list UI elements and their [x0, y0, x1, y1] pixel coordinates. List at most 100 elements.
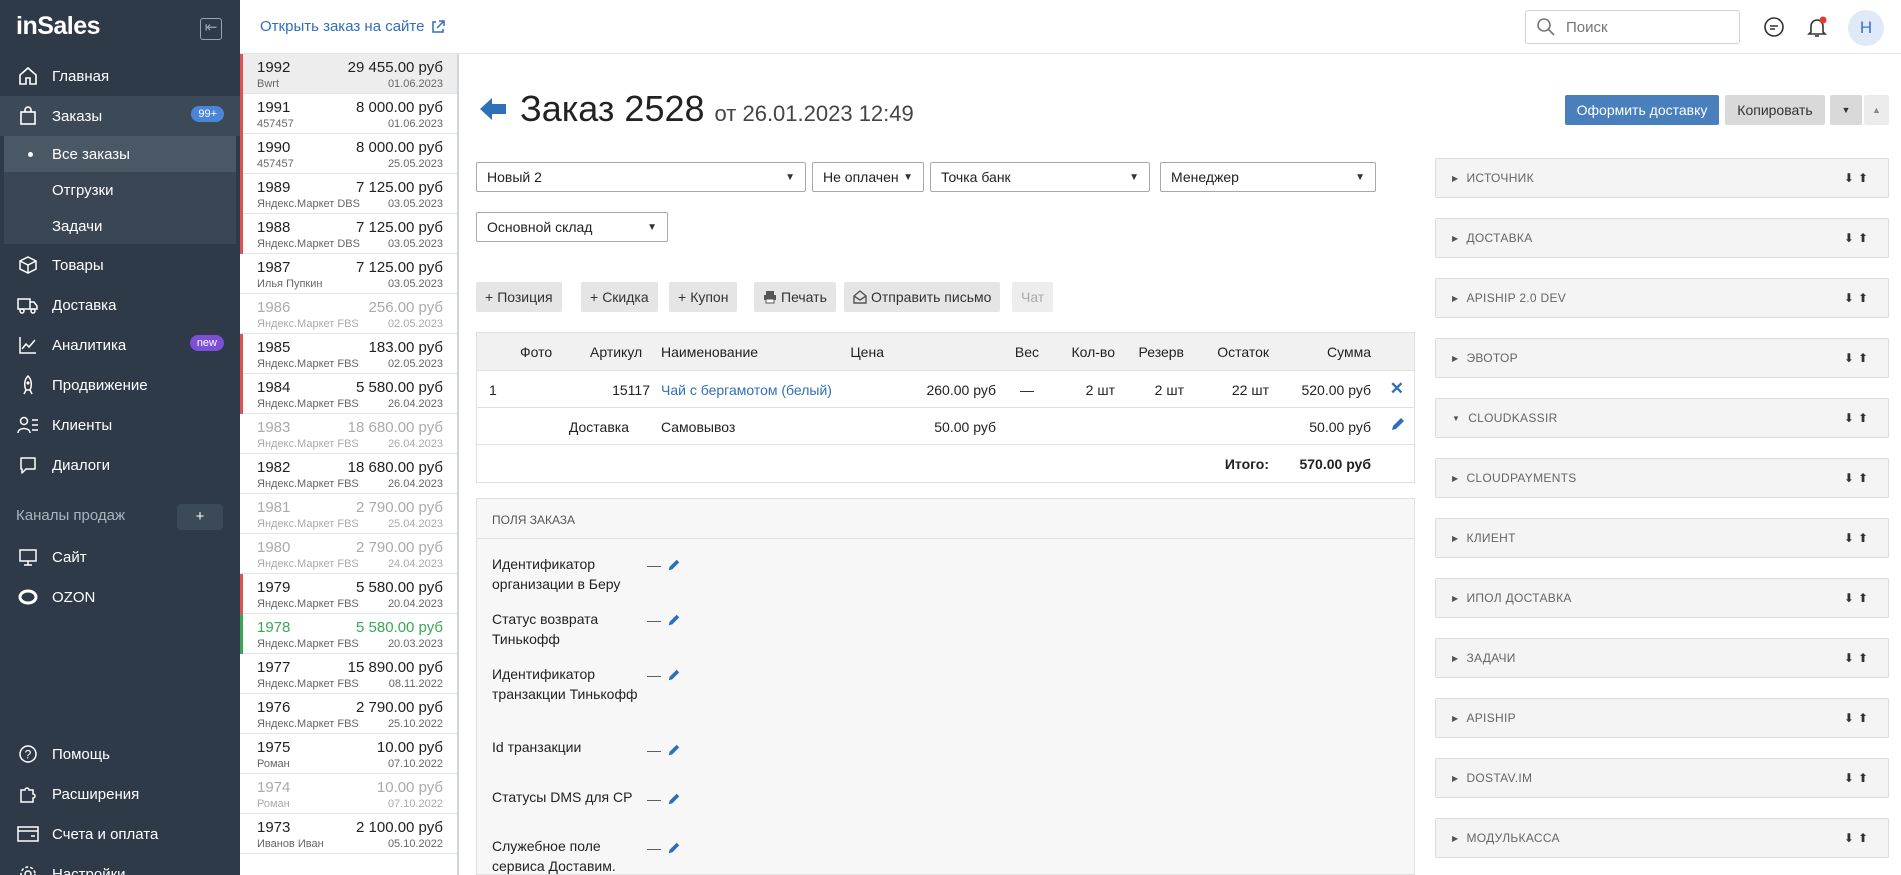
nav-item-help[interactable]: ? Помощь — [0, 734, 240, 774]
product-link[interactable]: Чай с бергамотом (белый) — [661, 382, 832, 398]
pencil-icon[interactable] — [667, 841, 681, 855]
order-list-item[interactable]: 1990 8 000.00 руб 457457 25.05.2023 — [240, 134, 457, 174]
copy-button[interactable]: Копировать — [1725, 95, 1825, 125]
order-list-item[interactable]: 1989 7 125.00 руб Яндекс.Маркет DBS 03.05.2… — [240, 174, 457, 214]
nav-item-orders[interactable]: Заказы 99+ — [0, 96, 240, 136]
payment-method-select[interactable]: Точка банк ▼ — [930, 162, 1150, 192]
panel-header[interactable]: ▶ ИПОЛ ДОСТАВКА ⬇⬆ — [1435, 578, 1889, 618]
panel-header[interactable]: ▶ APISHIP ⬇⬆ — [1435, 698, 1889, 738]
add-coupon-button[interactable]: + Купон — [669, 282, 738, 312]
avatar[interactable]: Н — [1848, 10, 1884, 46]
nav-item-products[interactable]: Товары — [0, 245, 240, 285]
order-status-select[interactable]: Новый 2 ▼ — [476, 162, 806, 192]
collapse-sidebar-icon[interactable]: ⇤ — [200, 18, 222, 40]
reorder-arrows-icon[interactable]: ⬇⬆ — [1844, 591, 1872, 605]
reorder-arrows-icon[interactable]: ⬇⬆ — [1844, 471, 1872, 485]
panel-header[interactable]: ▶ APISHIP 2.0 DEV ⬇⬆ — [1435, 278, 1889, 318]
reorder-arrows-icon[interactable]: ⬇⬆ — [1844, 351, 1872, 365]
payment-status-select[interactable]: Не оплачен ▼ — [812, 162, 924, 192]
order-list-item[interactable]: 1981 2 790.00 руб Яндекс.Маркет FBS 25.04.2… — [240, 494, 457, 534]
pencil-icon[interactable] — [667, 668, 681, 682]
order-list-item[interactable]: 1987 7 125.00 руб Илья Пупкин 03.05.2023 — [240, 254, 457, 294]
sidebar-item-shipments[interactable]: Отгрузки — [4, 172, 236, 208]
reorder-arrows-icon[interactable]: ⬇⬆ — [1844, 411, 1872, 425]
notifications-bell-icon[interactable] — [1805, 15, 1829, 39]
nav-item-clients[interactable]: Клиенты — [0, 405, 240, 445]
reorder-arrows-icon[interactable]: ⬇⬆ — [1844, 291, 1872, 305]
panel-header[interactable]: ▶ ИСТОЧНИК ⬇⬆ — [1435, 158, 1889, 198]
add-discount-button[interactable]: + Скидка — [581, 282, 658, 312]
row-qty[interactable]: 2 шт — [1086, 382, 1115, 398]
select-value: Основной склад — [487, 219, 593, 235]
reorder-arrows-icon[interactable]: ⬇⬆ — [1844, 651, 1872, 665]
order-list-item[interactable]: 1973 2 100.00 руб Иванов Иван 05.10.2022 — [240, 814, 457, 854]
panel-header[interactable]: ▼ CLOUDKASSIR ⬇⬆ — [1435, 398, 1889, 438]
pencil-icon[interactable] — [667, 743, 681, 757]
add-position-button[interactable]: + Позиция — [476, 282, 562, 312]
create-delivery-button[interactable]: Оформить доставку — [1565, 95, 1719, 125]
pencil-icon[interactable] — [667, 792, 681, 806]
open-order-on-site-link[interactable]: Открыть заказ на сайте — [260, 18, 446, 35]
order-list-item[interactable]: 1988 7 125.00 руб Яндекс.Маркет DBS 03.05.2… — [240, 214, 457, 254]
search-input[interactable] — [1566, 18, 1726, 36]
panel-header[interactable]: ▶ CLOUDPAYMENTS ⬇⬆ — [1435, 458, 1889, 498]
remove-item-icon[interactable]: ✕ — [1390, 379, 1404, 399]
reorder-arrows-icon[interactable]: ⬇⬆ — [1844, 231, 1872, 245]
order-number: 1992 — [257, 59, 291, 76]
print-button[interactable]: Печать — [754, 282, 836, 312]
sidebar-item-tasks[interactable]: Задачи — [4, 208, 236, 244]
reorder-arrows-icon[interactable]: ⬇⬆ — [1844, 171, 1872, 185]
nav-item-promotion[interactable]: Продвижение — [0, 365, 240, 405]
nav-item-site[interactable]: Сайт — [0, 537, 240, 577]
chat-button[interactable]: Чат — [1012, 282, 1054, 312]
reorder-arrows-icon[interactable]: ⬇⬆ — [1844, 531, 1872, 545]
logo[interactable]: inSales — [16, 12, 101, 41]
order-list-item[interactable]: 1983 18 680.00 руб Яндекс.Маркет FBS 26.04.… — [240, 414, 457, 454]
reorder-arrows-icon[interactable]: ⬇⬆ — [1844, 711, 1872, 725]
add-channel-button[interactable]: + — [177, 504, 223, 530]
nav-item-analytics[interactable]: Аналитика new — [0, 325, 240, 365]
order-list-item[interactable]: 1991 8 000.00 руб 457457 01.06.2023 — [240, 94, 457, 134]
order-amount: 10.00 руб — [376, 739, 443, 756]
nav-item-extensions[interactable]: Расширения — [0, 774, 240, 814]
order-list-item[interactable]: 1974 10.00 руб Роман 07.10.2022 — [240, 774, 457, 814]
order-list-item[interactable]: 1985 183.00 руб Яндекс.Маркет FBS 02.05.202… — [240, 334, 457, 374]
panel-header[interactable]: ▶ DOSTAV.IM ⬇⬆ — [1435, 758, 1889, 798]
nav-item-settings[interactable]: Настройки — [0, 854, 240, 875]
panel-header[interactable]: ▶ КЛИЕНТ ⬇⬆ — [1435, 518, 1889, 558]
order-list-item[interactable]: 1992 29 455.00 руб Bwrt 01.06.2023 — [240, 54, 457, 94]
nav-item-home[interactable]: Главная — [0, 56, 240, 96]
panel-header[interactable]: ▶ МОДУЛЬКАССА ⬇⬆ — [1435, 818, 1889, 858]
manager-select[interactable]: Менеджер ▼ — [1160, 162, 1376, 192]
copy-dropdown-button[interactable]: ▼ — [1830, 95, 1862, 125]
messages-icon[interactable] — [1762, 15, 1786, 39]
order-list-item[interactable]: 1982 18 680.00 руб Яндекс.Маркет FBS 26.04.… — [240, 454, 457, 494]
reorder-arrows-icon[interactable]: ⬇⬆ — [1844, 771, 1872, 785]
panel-header[interactable]: ▶ ДОСТАВКА ⬇⬆ — [1435, 218, 1889, 258]
order-list-item[interactable]: 1986 256.00 руб Яндекс.Маркет FBS 02.05.202… — [240, 294, 457, 334]
nav-item-dialogs[interactable]: Диалоги — [0, 445, 240, 485]
back-arrow-icon[interactable] — [478, 94, 508, 124]
panel-header[interactable]: ▶ ЗАДАЧИ ⬇⬆ — [1435, 638, 1889, 678]
collapse-up-button[interactable]: ▲ — [1864, 95, 1889, 125]
nav-item-delivery[interactable]: Доставка — [0, 285, 240, 325]
sidebar-item-all-orders[interactable]: Все заказы — [4, 136, 236, 172]
order-list-item[interactable]: 1975 10.00 руб Роман 07.10.2022 — [240, 734, 457, 774]
nav-item-billing[interactable]: Счета и оплата — [0, 814, 240, 854]
send-email-button[interactable]: Отправить письмо — [844, 282, 1001, 312]
order-list-item[interactable]: 1979 5 580.00 руб Яндекс.Маркет FBS 20.04.2… — [240, 574, 457, 614]
order-list-item[interactable]: 1984 5 580.00 руб Яндекс.Маркет FBS 26.04.2… — [240, 374, 457, 414]
order-list-item[interactable]: 1977 15 890.00 руб Яндекс.Маркет FBS 08.11.… — [240, 654, 457, 694]
order-list-item[interactable]: 1976 2 790.00 руб Яндекс.Маркет FBS 25.10.2… — [240, 694, 457, 734]
pencil-icon[interactable] — [667, 558, 681, 572]
edit-delivery-icon[interactable] — [1390, 416, 1406, 435]
order-list-item[interactable]: 1978 5 580.00 руб Яндекс.Маркет FBS 20.03.2… — [240, 614, 457, 654]
search-box[interactable] — [1525, 10, 1740, 44]
nav-item-ozon[interactable]: OZON — [0, 577, 240, 617]
order-list-item[interactable]: 1980 2 790.00 руб Яндекс.Маркет FBS 24.04.2… — [240, 534, 457, 574]
pencil-icon[interactable] — [667, 613, 681, 627]
reorder-arrows-icon[interactable]: ⬇⬆ — [1844, 831, 1872, 845]
panel-header[interactable]: ▶ ЭВОТОР ⬇⬆ — [1435, 338, 1889, 378]
warehouse-select[interactable]: Основной склад ▼ — [476, 212, 668, 242]
order-customer: Яндекс.Маркет FBS — [257, 438, 359, 450]
